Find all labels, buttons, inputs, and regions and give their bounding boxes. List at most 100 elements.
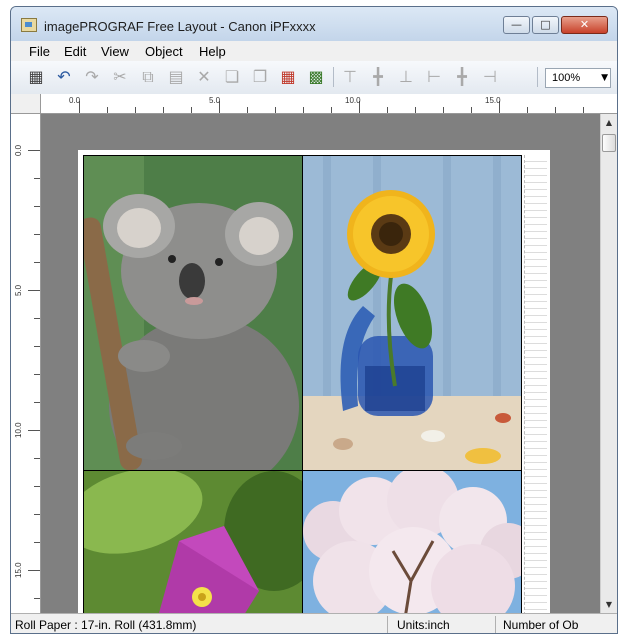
align-bottom-icon[interactable]: ⊥ bbox=[395, 67, 417, 87]
ruler-tick bbox=[331, 107, 332, 113]
ruler-tick bbox=[415, 107, 416, 113]
ruler-tick bbox=[387, 107, 388, 113]
zoom-select[interactable]: 100% ▼ bbox=[545, 68, 611, 88]
ruler-label: 15.0 bbox=[485, 96, 501, 105]
ruler-label: 10.0 bbox=[14, 422, 23, 438]
ruler-tick bbox=[28, 150, 40, 151]
ruler-tick bbox=[34, 374, 40, 375]
paper-page[interactable] bbox=[78, 150, 550, 613]
ruler-tick bbox=[34, 402, 40, 403]
ruler-tick bbox=[34, 234, 40, 235]
align-left-icon[interactable]: ⊢ bbox=[423, 67, 445, 87]
cherry-blossom-image bbox=[303, 471, 521, 613]
menu-bar: File Edit View Object Help bbox=[11, 41, 617, 61]
scroll-down-icon[interactable]: ▼ bbox=[601, 596, 617, 613]
horizontal-ruler: 0.0 5.0 10.0 15.0 bbox=[41, 94, 617, 114]
ruler-tick bbox=[275, 107, 276, 113]
status-object-count: Number of Ob bbox=[503, 618, 579, 632]
scroll-thumb[interactable] bbox=[602, 134, 616, 152]
properties-icon[interactable]: ▦ bbox=[25, 67, 47, 87]
ruler-tick bbox=[34, 486, 40, 487]
title-bar[interactable]: imagePROGRAF Free Layout - Canon iPFxxxx… bbox=[11, 7, 617, 41]
ruler-tick bbox=[135, 107, 136, 113]
ruler-label: 15.0 bbox=[14, 562, 23, 578]
ruler-tick bbox=[191, 107, 192, 113]
koala-image bbox=[84, 156, 302, 470]
status-divider bbox=[495, 616, 496, 633]
ruler-tick bbox=[34, 206, 40, 207]
ruler-tick bbox=[28, 570, 40, 571]
ruler-tick bbox=[28, 290, 40, 291]
toolbar-separator bbox=[333, 67, 334, 87]
bring-front-icon[interactable]: ❏ bbox=[221, 67, 243, 87]
close-button[interactable]: ✕ bbox=[561, 16, 608, 34]
layout-grid-icon[interactable]: ▦ bbox=[277, 67, 299, 87]
window-title: imagePROGRAF Free Layout - Canon iPFxxxx bbox=[44, 19, 316, 34]
minimize-button[interactable]: — bbox=[503, 16, 530, 34]
vertical-scrollbar[interactable]: ▲ ▼ bbox=[600, 114, 617, 613]
ruler-label: 5.0 bbox=[14, 284, 23, 296]
ruler-tick bbox=[303, 107, 304, 113]
toolbar: ▦ ↶ ↷ ✂ ⧉ ▤ ✕ ❏ ❐ ▦ ▩ ⊤ ╋ ⊥ ⊢ ╋ ⊣ 100% ▼ bbox=[11, 61, 617, 95]
app-icon bbox=[21, 18, 37, 32]
redo-icon[interactable]: ↷ bbox=[81, 67, 103, 87]
ruler-tick bbox=[34, 318, 40, 319]
align-center-icon[interactable]: ╋ bbox=[451, 67, 473, 87]
status-units: Units:inch bbox=[397, 618, 450, 632]
paste-icon[interactable]: ▤ bbox=[165, 67, 187, 87]
align-right-icon[interactable]: ⊣ bbox=[479, 67, 501, 87]
maximize-button[interactable]: □ bbox=[532, 16, 559, 34]
image-icon[interactable]: ▩ bbox=[305, 67, 327, 87]
layout-canvas[interactable] bbox=[41, 114, 600, 613]
printable-margin-strip bbox=[524, 155, 547, 613]
bougainvillea-photo[interactable] bbox=[83, 470, 303, 613]
status-bar: Roll Paper : 17-in. Roll (431.8mm) Units… bbox=[11, 613, 617, 633]
ruler-label: 0.0 bbox=[69, 96, 81, 105]
align-top-icon[interactable]: ⊤ bbox=[339, 67, 361, 87]
menu-object[interactable]: Object bbox=[145, 44, 183, 59]
chevron-down-icon: ▼ bbox=[601, 73, 608, 83]
sunflower-photo[interactable] bbox=[302, 155, 522, 471]
ruler-tick bbox=[34, 542, 40, 543]
zoom-value: 100% bbox=[552, 72, 581, 84]
ruler-tick bbox=[34, 178, 40, 179]
ruler-tick bbox=[28, 430, 40, 431]
ruler-label: 0.0 bbox=[14, 144, 23, 156]
undo-icon[interactable]: ↶ bbox=[53, 67, 75, 87]
status-divider bbox=[387, 616, 388, 633]
toolbar-separator bbox=[537, 67, 538, 87]
ruler-corner bbox=[11, 94, 41, 114]
bougainvillea-image bbox=[84, 471, 302, 613]
ruler-tick bbox=[34, 514, 40, 515]
ruler-tick bbox=[163, 107, 164, 113]
cut-icon[interactable]: ✂ bbox=[109, 67, 131, 87]
app-window: imagePROGRAF Free Layout - Canon iPFxxxx… bbox=[10, 6, 618, 634]
ruler-tick bbox=[34, 346, 40, 347]
status-paper: Roll Paper : 17-in. Roll (431.8mm) bbox=[15, 618, 197, 632]
ruler-tick bbox=[555, 107, 556, 113]
menu-file[interactable]: File bbox=[29, 44, 50, 59]
menu-help[interactable]: Help bbox=[199, 44, 226, 59]
ruler-tick bbox=[583, 107, 584, 113]
koala-photo[interactable] bbox=[83, 155, 303, 471]
ruler-label: 5.0 bbox=[209, 96, 221, 105]
menu-view[interactable]: View bbox=[101, 44, 129, 59]
scroll-up-icon[interactable]: ▲ bbox=[601, 114, 617, 131]
delete-icon[interactable]: ✕ bbox=[193, 67, 215, 87]
copy-icon[interactable]: ⧉ bbox=[137, 67, 159, 87]
ruler-tick bbox=[443, 107, 444, 113]
ruler-tick bbox=[471, 107, 472, 113]
ruler-tick bbox=[247, 107, 248, 113]
menu-edit[interactable]: Edit bbox=[64, 44, 86, 59]
cherry-blossom-photo[interactable] bbox=[302, 470, 522, 613]
ruler-label: 10.0 bbox=[345, 96, 361, 105]
ruler-tick bbox=[34, 598, 40, 599]
ruler-tick bbox=[34, 262, 40, 263]
ruler-tick bbox=[527, 107, 528, 113]
align-middle-icon[interactable]: ╋ bbox=[367, 67, 389, 87]
ruler-tick bbox=[34, 458, 40, 459]
ruler-tick bbox=[107, 107, 108, 113]
send-back-icon[interactable]: ❐ bbox=[249, 67, 271, 87]
vertical-ruler: 0.0 5.0 10.0 15.0 bbox=[11, 114, 41, 613]
sunflower-image bbox=[303, 156, 521, 470]
